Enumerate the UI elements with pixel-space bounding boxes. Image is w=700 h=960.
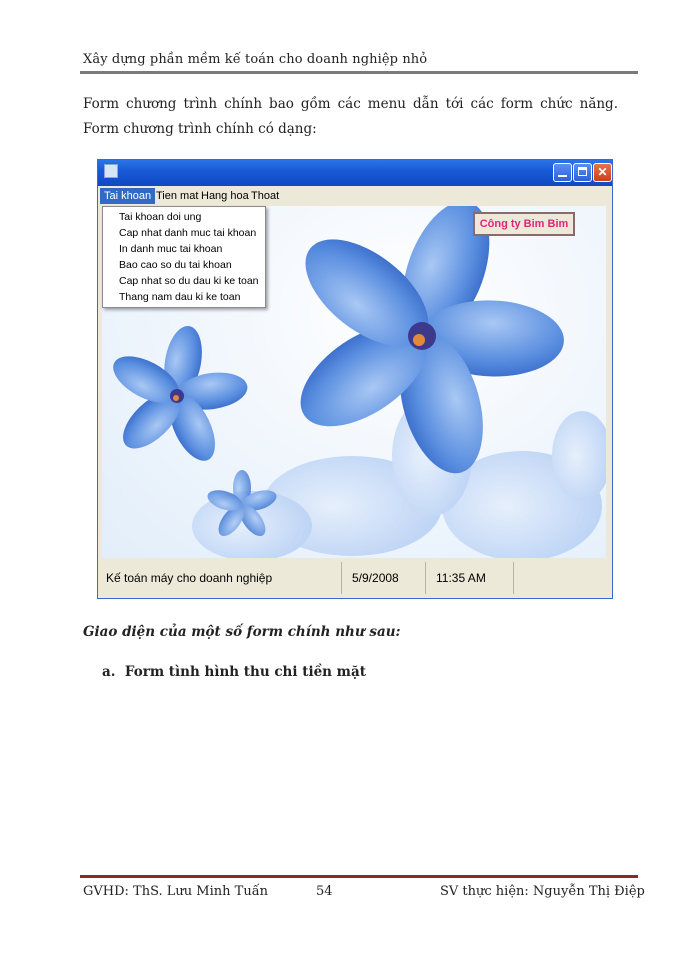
section-item-marker: a.: [102, 664, 116, 680]
maximize-button[interactable]: [573, 163, 592, 182]
footer-advisor: GVHD: ThS. Lưu Minh Tuấn: [83, 884, 269, 899]
footer-student: SV thực hiện: Nguyễn Thị Điệp: [440, 884, 645, 899]
footer-rule: [80, 875, 638, 878]
footer-page-number: 54: [316, 884, 333, 899]
header-rule: [80, 71, 638, 74]
company-name-box: Công ty Bim Bim: [473, 212, 575, 236]
menu-item-bao-cao-so-du[interactable]: Bao cao so du tai khoan: [103, 257, 265, 273]
menu-item-in-danh-muc[interactable]: In danh muc tai khoan: [103, 241, 265, 257]
page-header-title: Xây dựng phần mềm kế toán cho doanh nghi…: [83, 52, 428, 67]
menu-tien-mat[interactable]: Tien mat: [152, 188, 202, 204]
menu-item-tai-khoan-doi-ung[interactable]: Tai khoan doi ung: [103, 209, 265, 225]
section-item-a: a. Form tình hình thu chi tiền mặt: [102, 664, 366, 680]
menu-tai-khoan[interactable]: Tai khoan: [100, 188, 156, 204]
close-icon: ✕: [597, 165, 608, 179]
menu-item-cap-nhat-so-du[interactable]: Cap nhat so du dau ki ke toan: [103, 273, 265, 289]
section-item-label: Form tình hình thu chi tiền mặt: [124, 664, 366, 680]
intro-paragraph: Form chương trình chính bao gồm các menu…: [83, 96, 618, 137]
status-bar: Kế toán máy cho doanh nghiệp 5/9/2008 11…: [98, 560, 612, 596]
close-button[interactable]: ✕: [593, 163, 612, 182]
minimize-button[interactable]: [553, 163, 572, 182]
menu-item-thang-nam-dau-ki[interactable]: Thang nam dau ki ke toan: [103, 289, 265, 305]
menu-thoat[interactable]: Thoat: [247, 188, 283, 204]
menu-item-cap-nhat-danh-muc[interactable]: Cap nhat danh muc tai khoan: [103, 225, 265, 241]
app-icon: [104, 164, 118, 178]
menu-bar: Tai khoan Tien mat Hang hoa Thoat: [98, 186, 612, 206]
menu-hang-hoa[interactable]: Hang hoa: [197, 188, 253, 204]
maximize-icon: [578, 167, 587, 176]
status-app-name: Kế toán máy cho doanh nghiệp: [100, 562, 342, 594]
minimize-icon: [558, 175, 567, 177]
window-titlebar[interactable]: ✕: [98, 160, 612, 186]
app-main-window: ✕ Tai khoan Tien mat Hang hoa Thoat Tai …: [97, 159, 613, 599]
dropdown-menu-tai-khoan: Tai khoan doi ung Cap nhat danh muc tai …: [102, 206, 266, 308]
status-date: 5/9/2008: [346, 562, 426, 594]
sub-heading: Giao diện của một số form chính như sau:: [83, 624, 401, 640]
status-time: 11:35 AM: [430, 562, 514, 594]
